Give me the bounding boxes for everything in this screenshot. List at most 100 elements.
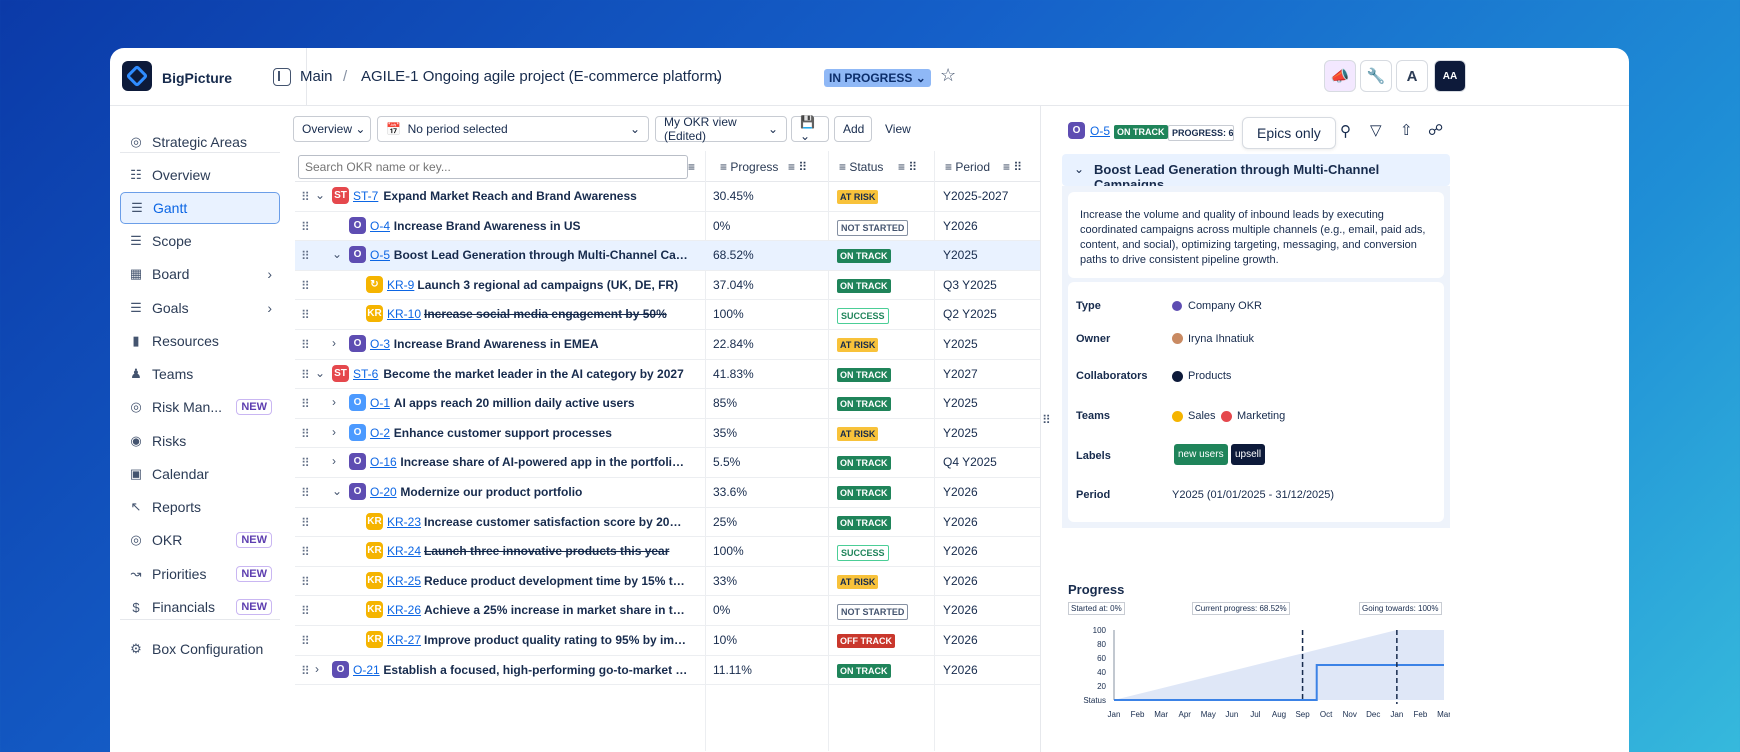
- table-row[interactable]: ⠿ O O-4 Increase Brand Awareness in US 0% NOT…: [295, 212, 1040, 242]
- sidebar-item-priorities[interactable]: ↝ Priorities NEW: [120, 558, 280, 590]
- sidebar-item-calendar[interactable]: ▣ Calendar: [120, 458, 280, 490]
- chevron-down-icon[interactable]: ⌄: [315, 188, 325, 202]
- filter-icon[interactable]: ≡: [688, 160, 695, 174]
- okr-key-link[interactable]: ST-6: [353, 367, 378, 381]
- label-new-users[interactable]: new users: [1174, 444, 1228, 465]
- wrench-icon[interactable]: 🔧: [1360, 60, 1392, 92]
- chevron-down-icon[interactable]: ⌄: [713, 70, 723, 84]
- okr-key-link[interactable]: KR-24: [387, 544, 421, 558]
- column-menu-icon[interactable]: ≡ ⠿: [1003, 160, 1022, 174]
- panel-key-link[interactable]: O-5: [1090, 124, 1110, 138]
- chevron-right-icon[interactable]: ›: [332, 454, 336, 468]
- drag-handle-icon[interactable]: ⠿: [301, 308, 310, 322]
- table-row[interactable]: ⠿ › O O-2 Enhance customer support processes…: [295, 419, 1040, 449]
- sidebar-item-risks[interactable]: ◉ Risks: [120, 425, 280, 457]
- period-header[interactable]: ≡ Period: [945, 160, 990, 174]
- chevron-down-icon[interactable]: ⌄: [315, 366, 325, 380]
- table-row[interactable]: ⠿ KR KR-23 Increase customer satisfaction s…: [295, 508, 1040, 538]
- table-row[interactable]: ⠿ ⌄ O O-5 Boost Lead Generation through Mult…: [295, 241, 1040, 271]
- search-icon[interactable]: ⚲: [1340, 122, 1351, 140]
- drag-handle-icon[interactable]: ⠿: [301, 427, 310, 441]
- chevron-right-icon[interactable]: ›: [267, 266, 272, 282]
- chevron-down-icon[interactable]: ⌄: [332, 247, 342, 261]
- sidebar-item-overview[interactable]: ☷ Overview: [120, 159, 280, 191]
- okr-key-link[interactable]: O-21: [353, 663, 380, 677]
- breadcrumb-project[interactable]: AGILE-1 Ongoing agile project (E-commerc…: [361, 68, 722, 85]
- table-row[interactable]: ⠿ ⌄ ST ST-6 Become the market leader in the …: [295, 360, 1040, 390]
- export-icon[interactable]: ⇧: [1400, 121, 1413, 139]
- sidebar-item-box-configuration[interactable]: ⚙ Box Configuration: [120, 633, 280, 665]
- drag-handle-icon[interactable]: ⠿: [301, 604, 310, 618]
- drag-handle-icon[interactable]: ⠿: [301, 249, 310, 263]
- sidebar-item-scope[interactable]: ☰ Scope: [120, 225, 280, 257]
- breadcrumb-main[interactable]: Main: [300, 68, 333, 85]
- collaborators-value[interactable]: Products: [1188, 370, 1231, 382]
- drag-handle-icon[interactable]: ⠿: [301, 190, 310, 204]
- star-icon[interactable]: ☆: [940, 65, 956, 86]
- chevron-right-icon[interactable]: ›: [267, 300, 272, 316]
- table-row[interactable]: ⠿ › O O-3 Increase Brand Awareness in EMEA 22…: [295, 330, 1040, 360]
- epics-only-button[interactable]: Epics only: [1242, 117, 1336, 149]
- drag-handle-icon[interactable]: ⠿: [301, 545, 310, 559]
- chevron-right-icon[interactable]: ›: [332, 425, 336, 439]
- owner-value[interactable]: Iryna Ihnatiuk: [1188, 333, 1254, 345]
- column-menu-icon[interactable]: ≡ ⠿: [898, 160, 917, 174]
- filter-icon[interactable]: ▽: [1370, 121, 1382, 139]
- drag-handle-icon[interactable]: ⠿: [301, 279, 310, 293]
- column-menu-icon[interactable]: ≡ ⠿: [788, 160, 807, 174]
- drag-handle-icon[interactable]: ⠿: [301, 664, 310, 678]
- drag-handle-icon[interactable]: ⠿: [301, 575, 310, 589]
- okr-key-link[interactable]: KR-26: [387, 603, 421, 617]
- sidebar-item-reports[interactable]: ↖ Reports: [120, 491, 280, 523]
- drag-handle-icon[interactable]: ⠿: [301, 338, 310, 352]
- collapse-sidebar-icon[interactable]: [273, 68, 291, 86]
- team-marketing[interactable]: Marketing: [1237, 410, 1285, 422]
- chevron-right-icon[interactable]: ›: [332, 336, 336, 350]
- sidebar-item-resources[interactable]: ▮ Resources: [120, 325, 280, 357]
- sidebar-item-teams[interactable]: ♟ Teams: [120, 358, 280, 390]
- status-header[interactable]: ≡ Status: [839, 160, 883, 174]
- drag-handle-icon[interactable]: ⠿: [301, 486, 310, 500]
- okr-key-link[interactable]: KR-10: [387, 307, 421, 321]
- table-row[interactable]: ⠿ › O O-16 Increase share of AI-powered app …: [295, 448, 1040, 478]
- sidebar-item-risk-man[interactable]: ◎ Risk Man... NEW: [120, 391, 280, 423]
- okr-key-link[interactable]: KR-23: [387, 515, 421, 529]
- bigpicture-logo-icon[interactable]: [122, 61, 152, 91]
- sidebar-item-strategic-areas[interactable]: ◎ Strategic Areas: [120, 126, 280, 158]
- project-status-badge[interactable]: IN PROGRESS ⌄: [824, 69, 931, 87]
- table-row[interactable]: ⠿ ⌄ ST ST-7 Expand Market Reach and Brand Aw…: [295, 182, 1040, 212]
- sidebar-item-goals[interactable]: ☰ Goals ›: [120, 292, 280, 324]
- table-row[interactable]: ⠿ ⌄ O O-20 Modernize our product portfolio 33…: [295, 478, 1040, 508]
- view-button[interactable]: View: [877, 116, 917, 142]
- panel-title-bar[interactable]: ⌄ Boost Lead Generation through Multi-Ch…: [1062, 154, 1450, 192]
- sidebar-item-okr[interactable]: ◎ OKR NEW: [120, 524, 280, 556]
- chevron-right-icon[interactable]: ›: [332, 395, 336, 409]
- table-row[interactable]: ⠿ ↻ KR-9 Launch 3 regional ad campaigns (UK…: [295, 271, 1040, 301]
- save-view-icon[interactable]: 💾⌄: [791, 115, 829, 143]
- overview-dropdown[interactable]: Overview ⌄: [293, 116, 371, 142]
- okr-key-link[interactable]: O-20: [370, 485, 397, 499]
- resize-handle-icon[interactable]: ⠿: [1042, 413, 1051, 427]
- add-button[interactable]: Add: [834, 116, 872, 142]
- announcement-icon[interactable]: 📣: [1324, 60, 1356, 92]
- table-row[interactable]: ⠿ KR KR-27 Improve product quality rating t…: [295, 626, 1040, 656]
- sidebar-item-gantt[interactable]: ☰ Gantt: [120, 192, 280, 224]
- okr-key-link[interactable]: ST-7: [353, 189, 378, 203]
- progress-header[interactable]: ≡ Progress: [720, 160, 778, 174]
- view-dropdown[interactable]: My OKR view (Edited) ⌄: [655, 115, 787, 143]
- sidebar-item-board[interactable]: ▦ Board ›: [120, 258, 280, 290]
- okr-key-link[interactable]: O-3: [370, 337, 390, 351]
- table-row[interactable]: ⠿ › O O-21 Establish a focused, high-perform…: [295, 656, 1040, 686]
- table-row[interactable]: ⠿ KR KR-24 Launch three innovative products…: [295, 537, 1040, 567]
- okr-key-link[interactable]: O-16: [370, 455, 397, 469]
- okr-key-link[interactable]: O-4: [370, 219, 390, 233]
- share-icon[interactable]: ☍: [1428, 121, 1443, 139]
- drag-handle-icon[interactable]: ⠿: [301, 397, 310, 411]
- drag-handle-icon[interactable]: ⠿: [301, 456, 310, 470]
- table-row[interactable]: ⠿ KR KR-25 Reduce product development time …: [295, 567, 1040, 597]
- chevron-down-icon[interactable]: ⌄: [1074, 162, 1084, 176]
- team-sales[interactable]: Sales: [1188, 410, 1216, 422]
- table-row[interactable]: ⠿ KR KR-10 Increase social media engagement…: [295, 300, 1040, 330]
- okr-key-link[interactable]: O-2: [370, 426, 390, 440]
- okr-key-link[interactable]: KR-27: [387, 633, 421, 647]
